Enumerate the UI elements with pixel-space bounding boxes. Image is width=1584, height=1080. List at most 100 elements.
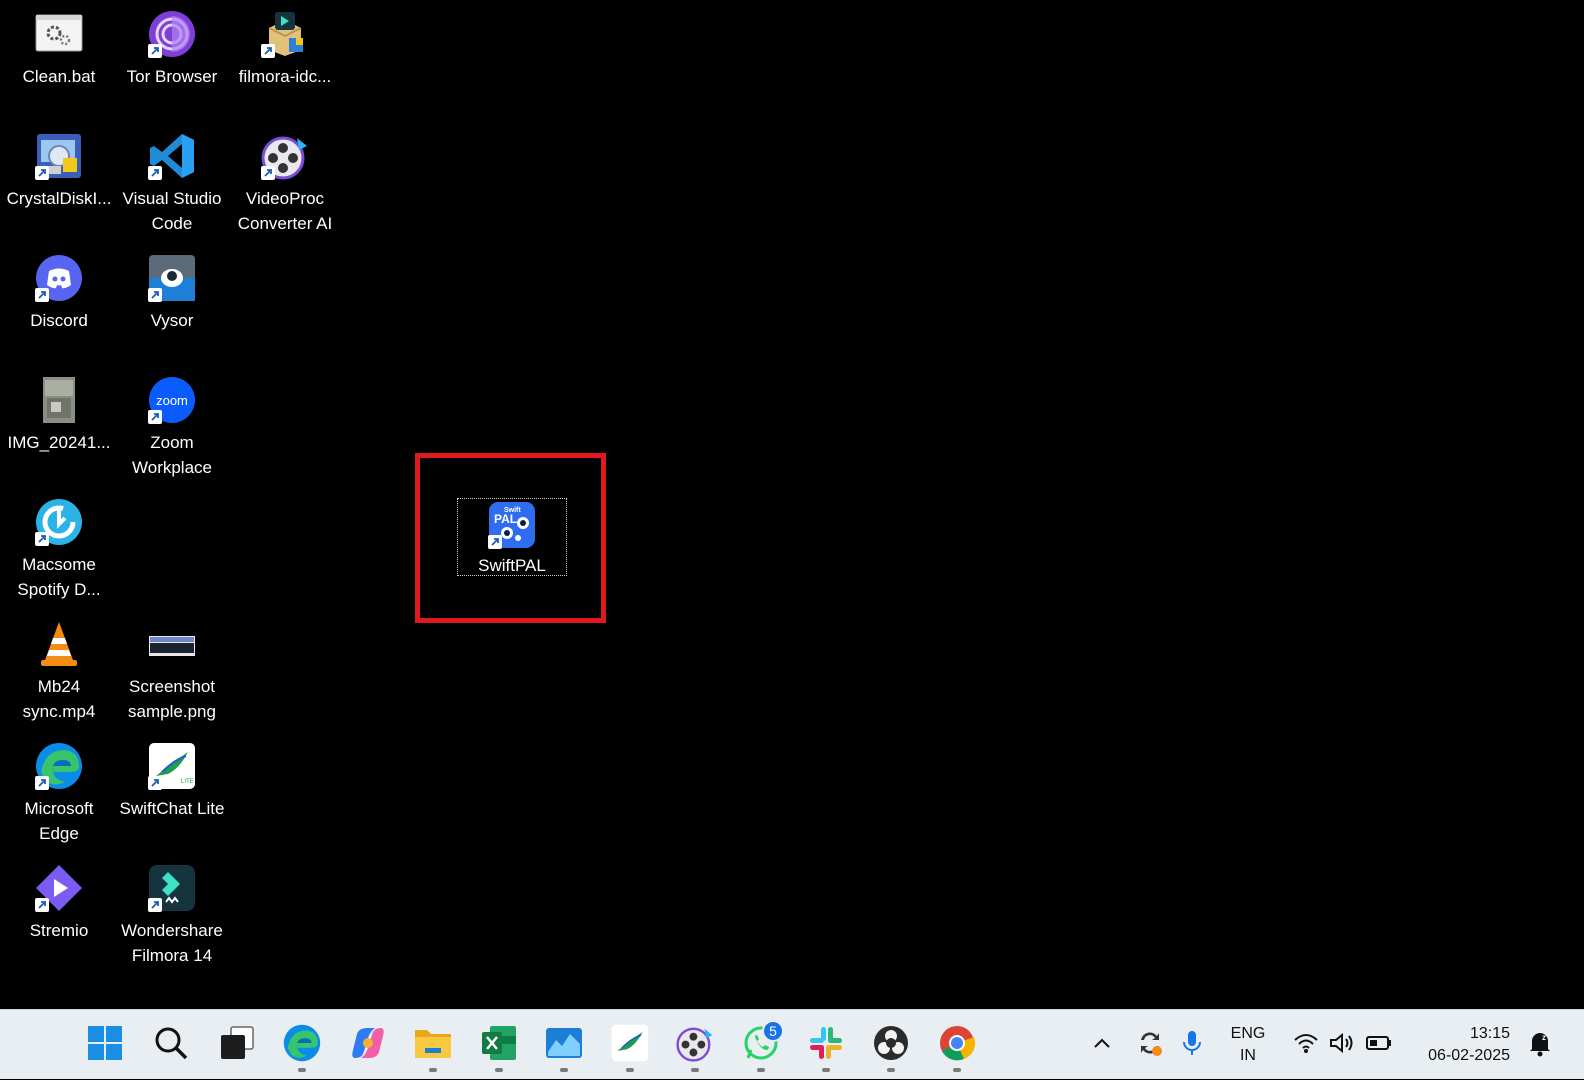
running-indicator: [495, 1068, 503, 1072]
wifi-icon: [1293, 1032, 1319, 1059]
installer-package-icon: [261, 10, 309, 58]
shortcut-arrow-icon: [148, 410, 162, 424]
taskbar-swiftchat-button[interactable]: [605, 1020, 655, 1072]
clock-button[interactable]: 13:15 06-02-2025: [1408, 1010, 1512, 1080]
running-indicator: [298, 1068, 306, 1072]
screenshot-thumbnail-icon: [148, 620, 196, 668]
running-indicator: [691, 1068, 699, 1072]
task-view-icon: [219, 1025, 255, 1066]
filmora-icon: [148, 864, 196, 912]
region-code: IN: [1239, 1047, 1256, 1064]
desktop-icon-crystaldiskinfo[interactable]: CrystalDiskI...: [3, 124, 115, 211]
sync-status-button[interactable]: [1130, 1010, 1170, 1080]
running-indicator: [757, 1068, 765, 1072]
desktop-icon-vscode[interactable]: Visual Studio Code: [116, 124, 228, 236]
chart-app-icon: [544, 1024, 584, 1067]
desktop-icon-vysor[interactable]: Vysor: [116, 246, 228, 333]
taskbar-videoproc-button[interactable]: [670, 1020, 720, 1072]
taskbar-copilot-button[interactable]: [343, 1020, 393, 1070]
edge-icon: [35, 742, 83, 790]
swiftchat-icon: [611, 1024, 649, 1067]
desktop-icon-stremio[interactable]: Stremio: [3, 856, 115, 943]
highlight-box: [415, 453, 606, 623]
taskbar: 5 ENG IN 13:15 06-02-2025 z: [0, 1009, 1584, 1079]
shortcut-arrow-icon: [35, 532, 49, 546]
shortcut-arrow-icon: [148, 166, 162, 180]
desktop: Clean.bat CrystalDiskI... Discord IMG_20…: [0, 0, 1584, 1009]
stremio-icon: [35, 864, 83, 912]
search-icon: [153, 1025, 189, 1066]
desktop-icon-videoproc[interactable]: VideoProc Converter AI: [229, 124, 341, 236]
vscode-icon: [148, 132, 196, 180]
edge-icon: [283, 1024, 321, 1067]
taskbar-search-button[interactable]: [146, 1020, 196, 1070]
zoom-icon: zoom: [148, 376, 196, 424]
shortcut-arrow-icon: [35, 166, 49, 180]
language-indicator[interactable]: ENG IN: [1218, 1010, 1278, 1080]
desktop-icon-zoom-workplace[interactable]: zoom Zoom Workplace: [116, 368, 228, 480]
notification-bell-icon: z: [1527, 1029, 1553, 1062]
running-indicator: [560, 1068, 568, 1072]
macsome-icon: [35, 498, 83, 546]
volume-icon: [1328, 1031, 1356, 1060]
discord-icon: [35, 254, 83, 302]
svg-text:z: z: [1542, 1033, 1546, 1042]
sync-icon: [1135, 1028, 1165, 1063]
videoproc-icon: [676, 1024, 714, 1067]
desktop-icon-swiftchat-lite[interactable]: LITE SwiftChat Lite: [116, 734, 228, 821]
shortcut-arrow-icon: [148, 44, 162, 58]
shortcut-arrow-icon: [35, 288, 49, 302]
taskbar-slack-button[interactable]: [801, 1020, 851, 1072]
folder-icon: [413, 1024, 453, 1067]
vlc-icon: [35, 620, 83, 668]
desktop-icon-clean-bat[interactable]: Clean.bat: [3, 2, 115, 89]
battery-icon: [1365, 1034, 1393, 1057]
taskbar-obs-button[interactable]: [866, 1020, 916, 1072]
copilot-icon: [349, 1024, 387, 1067]
desktop-icon-screenshot-sample[interactable]: Screenshot sample.png: [116, 612, 228, 724]
excel-icon: [480, 1024, 518, 1067]
desktop-icon-microsoft-edge[interactable]: Microsoft Edge: [3, 734, 115, 846]
crystaldiskinfo-icon: [35, 132, 83, 180]
desktop-icon-wondershare-filmora[interactable]: Wondershare Filmora 14: [116, 856, 228, 968]
running-indicator: [887, 1068, 895, 1072]
taskbar-task-view-button[interactable]: [212, 1020, 262, 1070]
tor-browser-icon: [148, 10, 196, 58]
svg-text:LITE: LITE: [181, 779, 194, 785]
desktop-icon-macsome[interactable]: Macsome Spotify D...: [3, 490, 115, 602]
microphone-button[interactable]: [1174, 1010, 1210, 1080]
image-thumbnail-icon: [35, 376, 83, 424]
clock-date: 06-02-2025: [1428, 1047, 1510, 1064]
microphone-icon: [1181, 1028, 1203, 1063]
taskbar-whatsapp-button[interactable]: 5: [736, 1020, 786, 1072]
videoproc-icon: [261, 132, 309, 180]
running-indicator: [953, 1068, 961, 1072]
desktop-icon-img-2024[interactable]: IMG_20241...: [3, 368, 115, 455]
shortcut-arrow-icon: [148, 776, 162, 790]
notifications-button[interactable]: z: [1520, 1010, 1560, 1080]
taskbar-chart-app-button[interactable]: [539, 1020, 589, 1072]
taskbar-edge-button[interactable]: [277, 1020, 327, 1072]
taskbar-excel-button[interactable]: [474, 1020, 524, 1072]
chrome-icon: [938, 1024, 976, 1067]
taskbar-file-explorer-button[interactable]: [408, 1020, 458, 1072]
running-indicator: [822, 1068, 830, 1072]
shortcut-arrow-icon: [261, 166, 275, 180]
zoom-icon-text: zoom: [156, 393, 188, 408]
desktop-icon-tor-browser[interactable]: Tor Browser: [116, 2, 228, 89]
desktop-icon-mb24-sync[interactable]: Mb24 sync.mp4: [3, 612, 115, 724]
desktop-icon-filmora-installer[interactable]: filmora-idc...: [229, 2, 341, 89]
shortcut-arrow-icon: [35, 776, 49, 790]
slack-icon: [807, 1024, 845, 1067]
shortcut-arrow-icon: [148, 288, 162, 302]
shortcut-arrow-icon: [35, 898, 49, 912]
desktop-icon-discord[interactable]: Discord: [3, 246, 115, 333]
show-hidden-icons-button[interactable]: [1084, 1010, 1120, 1080]
running-indicator: [429, 1068, 437, 1072]
running-indicator: [626, 1068, 634, 1072]
clock-time: 13:15: [1469, 1025, 1510, 1042]
taskbar-chrome-button[interactable]: [932, 1020, 982, 1072]
taskbar-start-button[interactable]: [80, 1020, 130, 1070]
quick-settings-button[interactable]: [1288, 1010, 1398, 1080]
batch-file-icon: [35, 10, 83, 58]
